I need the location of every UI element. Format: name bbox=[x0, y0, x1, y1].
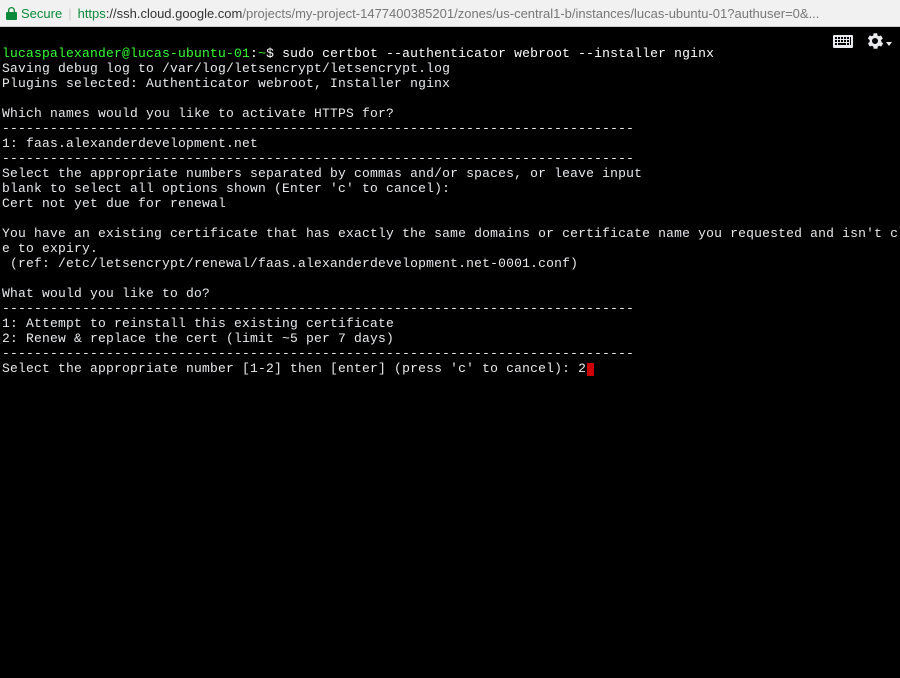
browser-address-bar[interactable]: Secure | https://ssh.cloud.google.com/pr… bbox=[0, 0, 900, 27]
gear-icon bbox=[867, 33, 883, 54]
prompt-symbol: $ bbox=[266, 46, 282, 61]
url-scheme: https bbox=[78, 6, 106, 21]
term-line: e to expiry. bbox=[2, 241, 98, 256]
terminal-content[interactable]: lucaspalexander@lucas-ubuntu-01:~$ sudo … bbox=[0, 27, 900, 395]
secure-label: Secure bbox=[21, 6, 62, 21]
address-separator: | bbox=[68, 6, 71, 21]
term-line: 2: Renew & replace the cert (limit ~5 pe… bbox=[2, 331, 394, 346]
term-line: Cert not yet due for renewal bbox=[2, 196, 226, 211]
term-line: blank to select all options shown (Enter… bbox=[2, 181, 450, 196]
prompt-user-host: lucaspalexander@lucas-ubuntu-01 bbox=[2, 46, 250, 61]
terminal-cursor bbox=[587, 363, 594, 376]
term-line: 1: faas.alexanderdevelopment.net bbox=[2, 136, 258, 151]
term-line: ----------------------------------------… bbox=[2, 151, 634, 166]
term-line: Which names would you like to activate H… bbox=[2, 106, 394, 121]
settings-menu[interactable] bbox=[867, 33, 892, 54]
lock-icon bbox=[6, 7, 17, 20]
term-input-value: 2 bbox=[578, 361, 586, 376]
term-line: ----------------------------------------… bbox=[2, 121, 634, 136]
terminal-window[interactable]: lucaspalexander@lucas-ubuntu-01:~$ sudo … bbox=[0, 27, 900, 678]
term-line-prompt: Select the appropriate number [1-2] then… bbox=[2, 361, 578, 376]
prompt-command: sudo certbot --authenticator webroot --i… bbox=[282, 46, 714, 61]
term-line: ----------------------------------------… bbox=[2, 301, 634, 316]
url-host: ://ssh.cloud.google.com bbox=[106, 6, 243, 21]
terminal-toolbar bbox=[833, 33, 892, 54]
url-path: /projects/my-project-1477400385201/zones… bbox=[242, 6, 819, 21]
term-line: Saving debug log to /var/log/letsencrypt… bbox=[2, 61, 450, 76]
prompt-sep: : bbox=[250, 46, 258, 61]
url-text[interactable]: https://ssh.cloud.google.com/projects/my… bbox=[78, 6, 894, 21]
keyboard-icon[interactable] bbox=[833, 35, 853, 53]
term-line: 1: Attempt to reinstall this existing ce… bbox=[2, 316, 394, 331]
term-line: What would you like to do? bbox=[2, 286, 210, 301]
term-line: ----------------------------------------… bbox=[2, 346, 634, 361]
term-line: (ref: /etc/letsencrypt/renewal/faas.alex… bbox=[2, 256, 578, 271]
chevron-down-icon bbox=[886, 42, 892, 46]
term-line: Plugins selected: Authenticator webroot,… bbox=[2, 76, 450, 91]
term-line: You have an existing certificate that ha… bbox=[2, 226, 900, 241]
term-line: Select the appropriate numbers separated… bbox=[2, 166, 642, 181]
prompt-cwd: ~ bbox=[258, 46, 266, 61]
